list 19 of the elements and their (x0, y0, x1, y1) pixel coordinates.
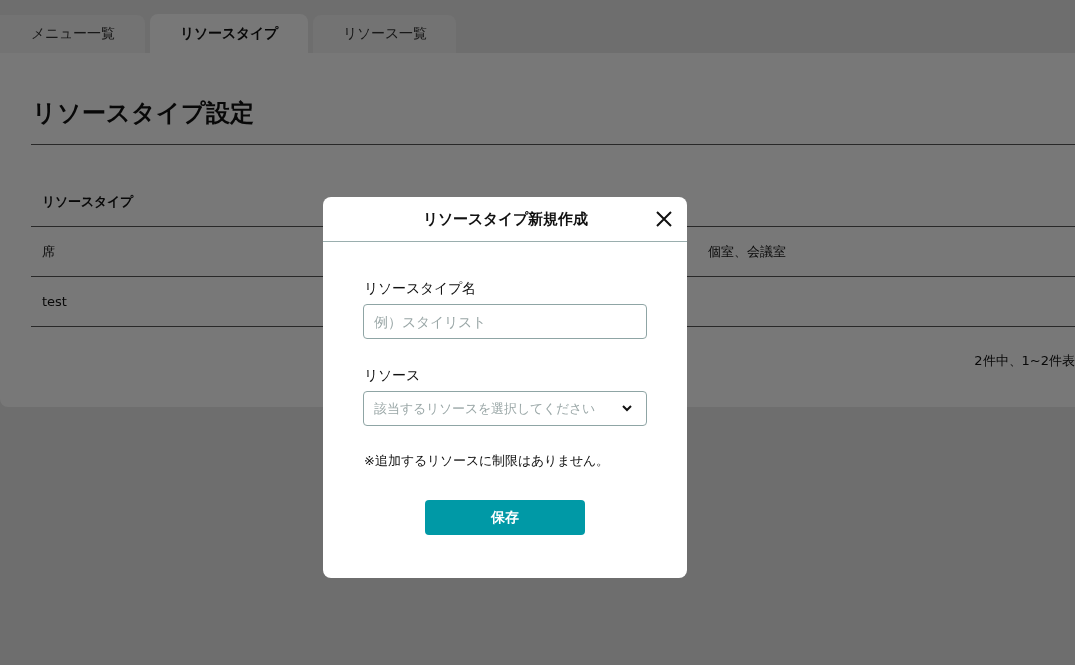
dialog-title: リソースタイプ新規作成 (422, 209, 588, 229)
page-title: リソースタイプ設定 (32, 98, 255, 129)
pagination-text: 2件中、1~2件表 (973, 352, 1075, 370)
tab[interactable]: リソースタイプ (150, 14, 308, 53)
table-cell-text: 席 (41, 242, 56, 261)
note-text: ※追加するリソースに制限はありません。 (364, 452, 610, 470)
text-field[interactable]: 例）スタイリスト (363, 304, 647, 339)
chevron-down-icon (622, 405, 632, 412)
tab[interactable]: リソース一覧 (313, 15, 456, 53)
select-field[interactable]: 該当するリソースを選択してください (363, 391, 647, 426)
close-icon[interactable] (656, 211, 672, 227)
tab[interactable]: メニュー一覧 (0, 15, 145, 53)
field-label: リソース (364, 367, 421, 385)
table-cell-text: test (41, 294, 68, 309)
save-button[interactable]: 保存 (425, 500, 585, 535)
placeholder-text: 該当するリソースを選択してください (374, 399, 595, 418)
column-header: リソースタイプ (41, 192, 135, 211)
table-cell-text: 個室、会議室 (707, 242, 786, 261)
field-label: リソースタイプ名 (364, 280, 477, 298)
